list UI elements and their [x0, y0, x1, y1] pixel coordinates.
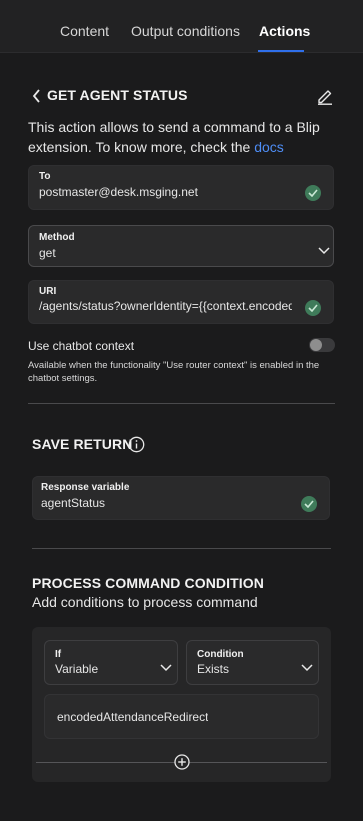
- process-condition-title: PROCESS COMMAND CONDITION: [32, 575, 264, 591]
- if-select[interactable]: If Variable: [44, 640, 178, 685]
- valid-check-icon: [301, 496, 317, 512]
- back-chevron-icon[interactable]: [32, 89, 42, 103]
- action-title: GET AGENT STATUS: [47, 87, 188, 103]
- save-return-title: SAVE RETURN: [32, 436, 133, 452]
- to-field[interactable]: To postmaster@desk.msging.net: [28, 165, 334, 210]
- chatbot-context-toggle[interactable]: [309, 338, 335, 352]
- method-select[interactable]: Method get: [28, 225, 334, 267]
- condition-label: Condition: [197, 649, 244, 660]
- process-condition-subtitle: Add conditions to process command: [32, 594, 258, 610]
- tab-actions[interactable]: Actions: [259, 23, 310, 39]
- info-icon[interactable]: [128, 436, 145, 453]
- chevron-down-icon: [160, 659, 172, 672]
- divider: [28, 403, 335, 404]
- method-value: get: [39, 246, 56, 260]
- response-variable-label: Response variable: [41, 482, 130, 493]
- add-condition-icon[interactable]: [174, 754, 190, 770]
- edit-pencil-icon[interactable]: [316, 87, 334, 105]
- docs-link[interactable]: docs: [254, 139, 284, 155]
- chevron-down-icon: [318, 242, 330, 255]
- chatbot-context-help: Available when the functionality "Use ro…: [28, 360, 320, 384]
- tab-bar: Content Output conditions Actions: [0, 0, 363, 53]
- chatbot-context-label: Use chatbot context: [28, 339, 135, 353]
- active-tab-indicator: [258, 50, 304, 52]
- tab-output-conditions[interactable]: Output conditions: [131, 23, 240, 39]
- condition-value: Exists: [197, 662, 230, 676]
- method-label: Method: [39, 232, 75, 243]
- condition-panel: If Variable Condition Exists encodedAtte…: [32, 627, 331, 782]
- response-variable-value: agentStatus: [41, 496, 106, 510]
- uri-value: /agents/status?ownerIdentity={{context.e…: [39, 299, 292, 313]
- variable-value: encodedAttendanceRedirect: [57, 710, 209, 724]
- uri-field[interactable]: URI /agents/status?ownerIdentity={{conte…: [28, 280, 334, 324]
- tab-content[interactable]: Content: [60, 23, 109, 39]
- response-variable-field[interactable]: Response variable agentStatus: [32, 476, 330, 520]
- valid-check-icon: [305, 300, 321, 316]
- to-label: To: [39, 171, 51, 182]
- to-value: postmaster@desk.msging.net: [39, 185, 198, 199]
- if-label: If: [55, 649, 62, 660]
- action-description: This action allows to send a command to …: [28, 117, 328, 157]
- variable-input[interactable]: encodedAttendanceRedirect: [44, 694, 319, 739]
- divider: [32, 548, 331, 549]
- valid-check-icon: [305, 185, 321, 201]
- uri-label: URI: [39, 286, 57, 297]
- chevron-down-icon: [301, 659, 313, 672]
- toggle-knob: [310, 339, 322, 351]
- condition-select[interactable]: Condition Exists: [186, 640, 319, 685]
- if-value: Variable: [55, 662, 99, 676]
